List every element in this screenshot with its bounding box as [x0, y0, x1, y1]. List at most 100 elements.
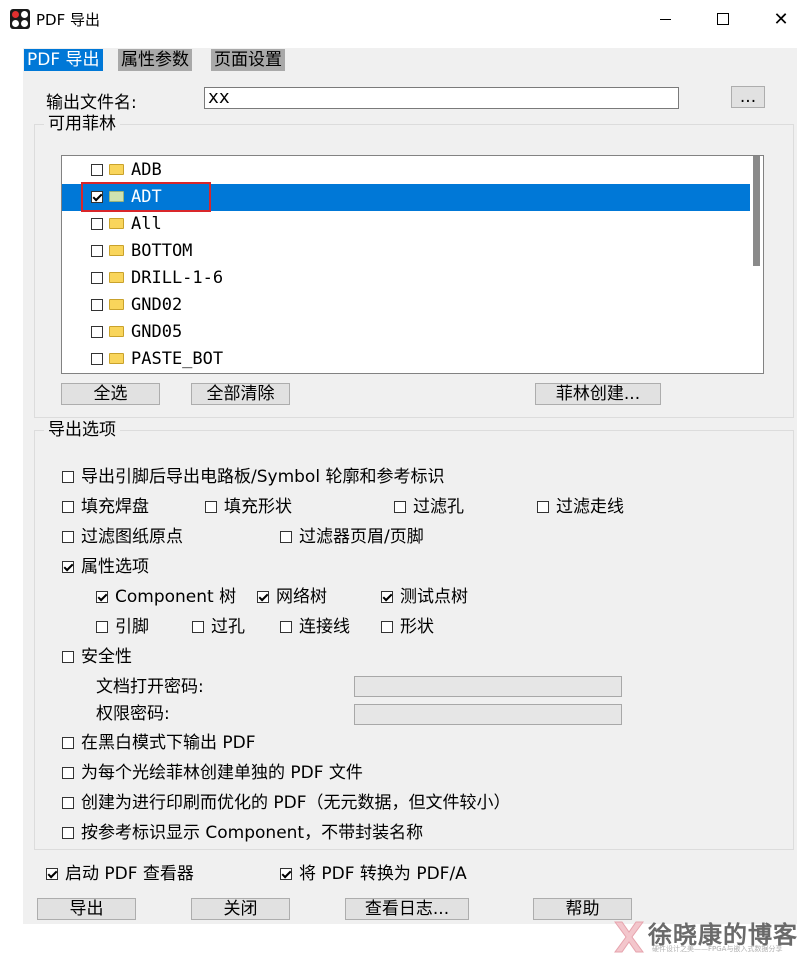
security-option[interactable]: 安全性 — [62, 646, 132, 668]
list-item[interactable]: PASTE_BOT — [62, 346, 751, 373]
tab-pdf-export[interactable]: PDF 导出 — [24, 49, 103, 71]
films-group-title: 可用菲林 — [44, 114, 120, 134]
view-log-button[interactable]: 查看日志... — [345, 898, 469, 920]
close-icon[interactable]: ✕ — [752, 0, 810, 38]
checkbox[interactable] — [96, 591, 108, 603]
option-label: Component 树 — [115, 587, 237, 607]
shapes-option[interactable]: 形状 — [381, 616, 434, 638]
close-button[interactable]: 关闭 — [191, 898, 290, 920]
checkbox[interactable] — [91, 218, 103, 230]
option-label: 网络树 — [276, 587, 327, 607]
checkbox[interactable] — [280, 531, 292, 543]
option-label: 填充焊盘 — [81, 497, 149, 517]
print-optimized-option[interactable]: 创建为进行印刷而优化的 PDF（无元数据，但文件较小） — [62, 792, 511, 814]
folder-icon — [109, 353, 124, 364]
checkbox[interactable] — [537, 501, 549, 513]
checkbox[interactable] — [394, 501, 406, 513]
permission-password-label: 权限密码: — [96, 704, 170, 724]
checkbox[interactable] — [96, 621, 108, 633]
checkbox[interactable] — [62, 501, 74, 513]
testpoint-tree-option[interactable]: 测试点树 — [381, 586, 468, 608]
list-item[interactable]: GND02 — [62, 292, 751, 319]
checkbox[interactable] — [280, 621, 292, 633]
property-options-option[interactable]: 属性选项 — [62, 556, 149, 578]
folder-icon — [109, 299, 124, 310]
launch-viewer-option[interactable]: 启动 PDF 查看器 — [46, 863, 194, 885]
option-label: 安全性 — [81, 647, 132, 667]
list-item[interactable]: All — [62, 211, 751, 238]
checkbox[interactable] — [91, 353, 103, 365]
option-label: 为每个光绘菲林创建单独的 PDF 文件 — [81, 763, 363, 783]
vias-option[interactable]: 过孔 — [192, 616, 245, 638]
checkbox[interactable] — [91, 245, 103, 257]
connect-lines-option[interactable]: 连接线 — [280, 616, 350, 638]
tab-attributes[interactable]: 属性参数 — [118, 49, 192, 71]
fill-shapes-option[interactable]: 填充形状 — [205, 496, 292, 518]
checkbox[interactable] — [257, 591, 269, 603]
maximize-icon[interactable] — [694, 0, 752, 38]
per-film-pdf-option[interactable]: 为每个光绘菲林创建单独的 PDF 文件 — [62, 762, 363, 784]
show-by-refdes-option[interactable]: 按参考标识显示 Component，不带封装名称 — [62, 822, 423, 844]
net-tree-option[interactable]: 网络树 — [257, 586, 327, 608]
checkbox[interactable] — [205, 501, 217, 513]
checkbox[interactable] — [280, 868, 292, 880]
watermark-logo-icon — [614, 921, 644, 953]
create-film-button[interactable]: 菲林创建... — [535, 383, 661, 405]
option-label: 属性选项 — [81, 557, 149, 577]
checkbox[interactable] — [46, 868, 58, 880]
checkbox[interactable] — [381, 591, 393, 603]
checkbox[interactable] — [62, 531, 74, 543]
list-item[interactable]: BOTTOM — [62, 238, 751, 265]
option-label: 将 PDF 转换为 PDF/A — [299, 864, 467, 884]
checkbox[interactable] — [62, 471, 74, 483]
option-label: 启动 PDF 查看器 — [65, 864, 194, 884]
browse-button[interactable]: ... — [731, 86, 765, 108]
folder-icon — [109, 326, 124, 337]
film-name: GND05 — [131, 322, 183, 342]
film-name: All — [131, 214, 162, 234]
export-options-title: 导出选项 — [44, 420, 120, 440]
highlight-annotation — [81, 182, 211, 212]
filter-header-footer-option[interactable]: 过滤器页眉/页脚 — [280, 526, 424, 548]
filter-holes-option[interactable]: 过滤孔 — [394, 496, 464, 518]
pins-option[interactable]: 引脚 — [96, 616, 149, 638]
filter-traces-option[interactable]: 过滤走线 — [537, 496, 624, 518]
option-label: 填充形状 — [224, 497, 292, 517]
list-item[interactable]: ADB — [62, 157, 751, 184]
fill-pads-option[interactable]: 填充焊盘 — [62, 496, 149, 518]
film-name: ADB — [131, 160, 162, 180]
export-button[interactable]: 导出 — [37, 898, 136, 920]
output-filename-input[interactable]: xx — [204, 87, 679, 109]
checkbox[interactable] — [192, 621, 204, 633]
checkbox[interactable] — [91, 299, 103, 311]
checkbox[interactable] — [62, 797, 74, 809]
folder-icon — [109, 245, 124, 256]
open-password-label: 文档打开密码: — [96, 677, 204, 697]
checkbox[interactable] — [62, 767, 74, 779]
bw-output-option[interactable]: 在黑白模式下输出 PDF — [62, 732, 256, 754]
checkbox[interactable] — [381, 621, 393, 633]
tab-page-setup[interactable]: 页面设置 — [211, 49, 285, 71]
checkbox[interactable] — [62, 737, 74, 749]
option-label: 过滤孔 — [413, 497, 464, 517]
scrollbar-thumb[interactable] — [753, 156, 760, 266]
checkbox[interactable] — [62, 561, 74, 573]
list-item[interactable]: DRILL-1-6 — [62, 265, 751, 292]
select-all-button[interactable]: 全选 — [61, 383, 160, 405]
checkbox[interactable] — [62, 827, 74, 839]
filter-origin-option[interactable]: 过滤图纸原点 — [62, 526, 183, 548]
checkbox[interactable] — [91, 164, 103, 176]
film-name: GND02 — [131, 295, 183, 315]
checkbox[interactable] — [91, 272, 103, 284]
clear-all-button[interactable]: 全部清除 — [191, 383, 290, 405]
pin-outline-option[interactable]: 导出引脚后导出电路板/Symbol 轮廓和参考标识 — [62, 466, 444, 488]
option-label: 连接线 — [299, 617, 350, 637]
minimize-icon[interactable] — [636, 0, 694, 38]
checkbox[interactable] — [91, 326, 103, 338]
component-tree-option[interactable]: Component 树 — [96, 586, 236, 608]
checkbox[interactable] — [62, 651, 74, 663]
option-label: 过滤走线 — [556, 497, 624, 517]
help-button[interactable]: 帮助 — [533, 898, 632, 920]
convert-pdfa-option[interactable]: 将 PDF 转换为 PDF/A — [280, 863, 467, 885]
list-item[interactable]: GND05 — [62, 319, 751, 346]
